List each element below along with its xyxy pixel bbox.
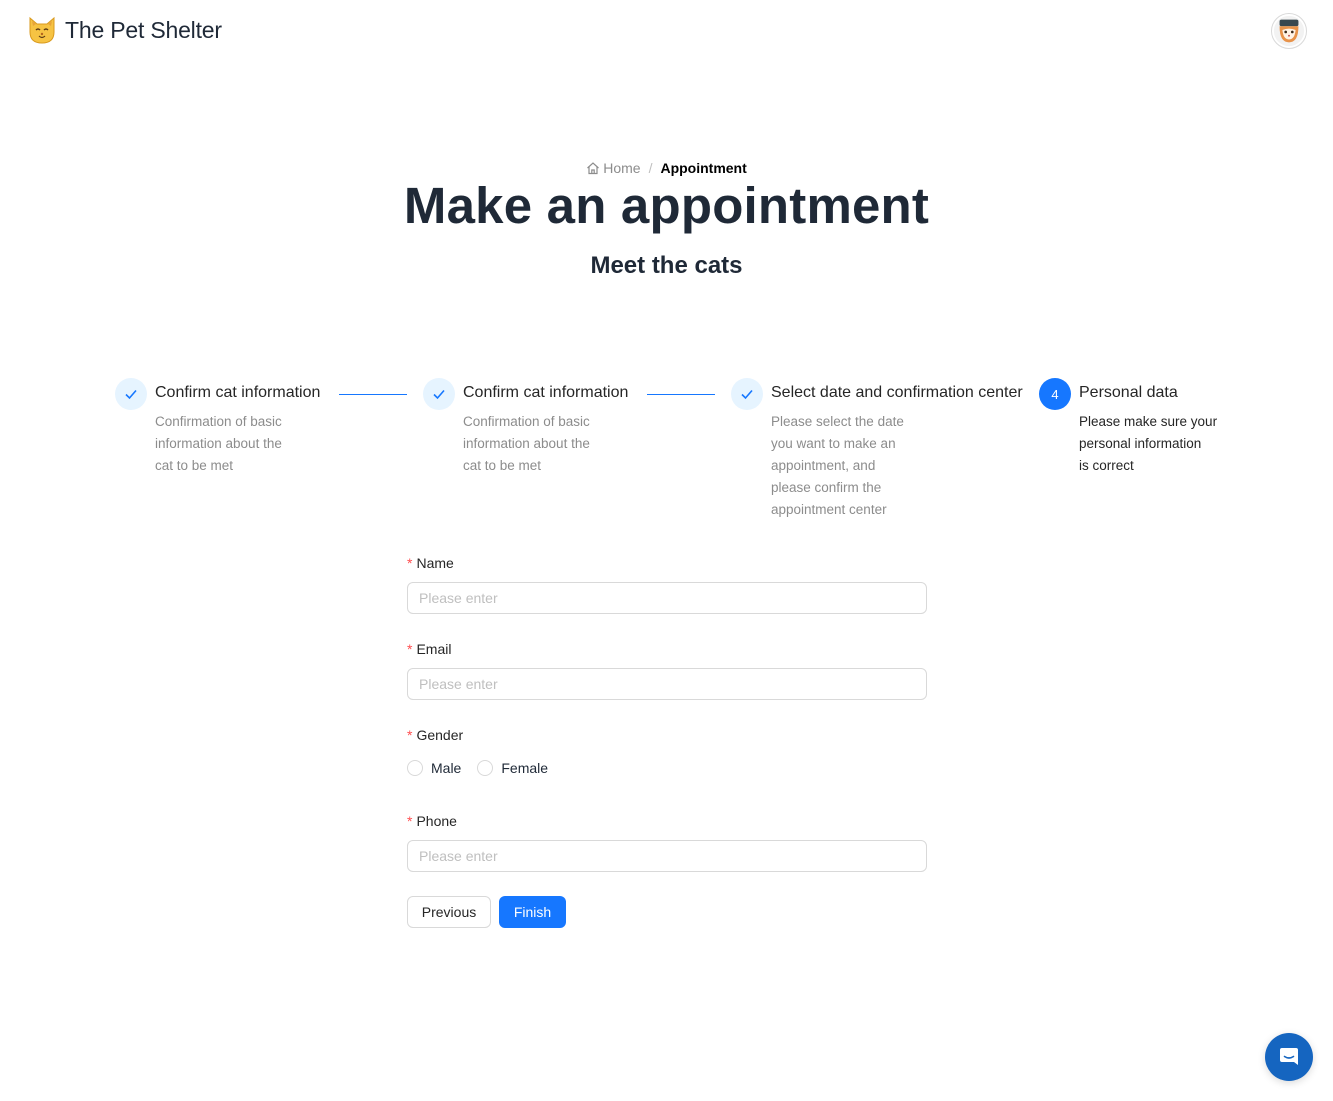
radio-button[interactable] <box>407 760 423 776</box>
page-subtitle: Meet the cats <box>590 252 743 279</box>
chat-bubble-icon <box>1280 1048 1298 1065</box>
breadcrumb-separator: / <box>648 160 653 176</box>
step-2-title: Confirm cat information <box>463 384 629 401</box>
breadcrumb-home-label: Home <box>603 160 641 176</box>
name-label-text: Name <box>416 555 454 571</box>
step-desc-line: Please make sure your <box>1079 414 1218 429</box>
email-field[interactable] <box>407 668 927 700</box>
required-mark: * <box>407 813 413 829</box>
step-4-title: Personal data <box>1079 384 1178 401</box>
step-4-number: 4 <box>1039 378 1071 410</box>
required-mark: * <box>407 727 413 743</box>
page: The Pet Shelter Home / Appointment Make … <box>0 0 1333 1101</box>
step-desc-line: appointment center <box>771 502 887 517</box>
step-desc-line: information about the <box>155 436 282 451</box>
step-3-description: Please select the date you want to make … <box>771 411 904 521</box>
brand-logo[interactable]: The Pet Shelter <box>26 14 222 46</box>
step-2-description: Confirmation of basic information about … <box>463 411 590 477</box>
finish-button[interactable]: Finish <box>499 896 566 928</box>
step-desc-line: cat to be met <box>155 458 234 473</box>
avatar-image <box>1273 15 1305 47</box>
step-desc-line: personal information <box>1079 436 1202 451</box>
step-desc-line: Confirmation of basic <box>463 414 590 429</box>
gender-option-male[interactable]: Male <box>407 760 461 776</box>
check-icon <box>115 378 147 410</box>
chat-button[interactable] <box>1265 1033 1313 1081</box>
user-avatar[interactable] <box>1271 13 1307 49</box>
step-desc-line: please confirm the <box>771 480 882 495</box>
check-icon <box>731 378 763 410</box>
home-icon <box>587 162 600 175</box>
name-label: * Name <box>407 555 454 571</box>
required-mark: * <box>407 555 413 571</box>
step-desc-line: information about the <box>463 436 590 451</box>
phone-field[interactable] <box>407 840 927 872</box>
step-desc-line: is correct <box>1079 458 1134 473</box>
name-field[interactable] <box>407 582 927 614</box>
phone-label: * Phone <box>407 813 457 829</box>
step-connector-1 <box>339 394 407 395</box>
email-label-text: Email <box>416 641 452 657</box>
gender-label-text: Gender <box>416 727 464 743</box>
phone-label-text: Phone <box>416 813 457 829</box>
step-desc-line: appointment, and <box>771 458 876 473</box>
radio-label-female: Female <box>501 760 549 776</box>
cat-face-icon <box>29 16 55 44</box>
step-connector-2 <box>647 394 715 395</box>
step-3-title: Select date and confirmation center <box>771 384 1023 401</box>
page-title: Make an appointment <box>403 177 930 234</box>
breadcrumb-home[interactable]: Home <box>586 160 641 176</box>
step-desc-line: cat to be met <box>463 458 542 473</box>
step-4-description: Please make sure your personal informati… <box>1079 411 1217 477</box>
step-1-title: Confirm cat information <box>155 384 321 401</box>
breadcrumb: Home / Appointment <box>0 160 1333 176</box>
step-desc-line: you want to make an <box>771 436 896 451</box>
gender-option-female[interactable]: Female <box>477 760 548 776</box>
gender-label: * Gender <box>407 727 463 743</box>
previous-button[interactable]: Previous <box>407 896 491 928</box>
required-mark: * <box>407 641 413 657</box>
step-1-description: Confirmation of basic information about … <box>155 411 282 477</box>
breadcrumb-current: Appointment <box>660 160 747 176</box>
brand-name: The Pet Shelter <box>65 16 222 43</box>
radio-label-male: Male <box>431 760 462 776</box>
radio-button[interactable] <box>477 760 494 776</box>
check-icon <box>423 378 455 410</box>
step-desc-line: Please select the date <box>771 414 904 429</box>
gender-radio-group: Male Female <box>407 760 564 776</box>
email-label: * Email <box>407 641 451 657</box>
step-desc-line: Confirmation of basic <box>155 414 282 429</box>
